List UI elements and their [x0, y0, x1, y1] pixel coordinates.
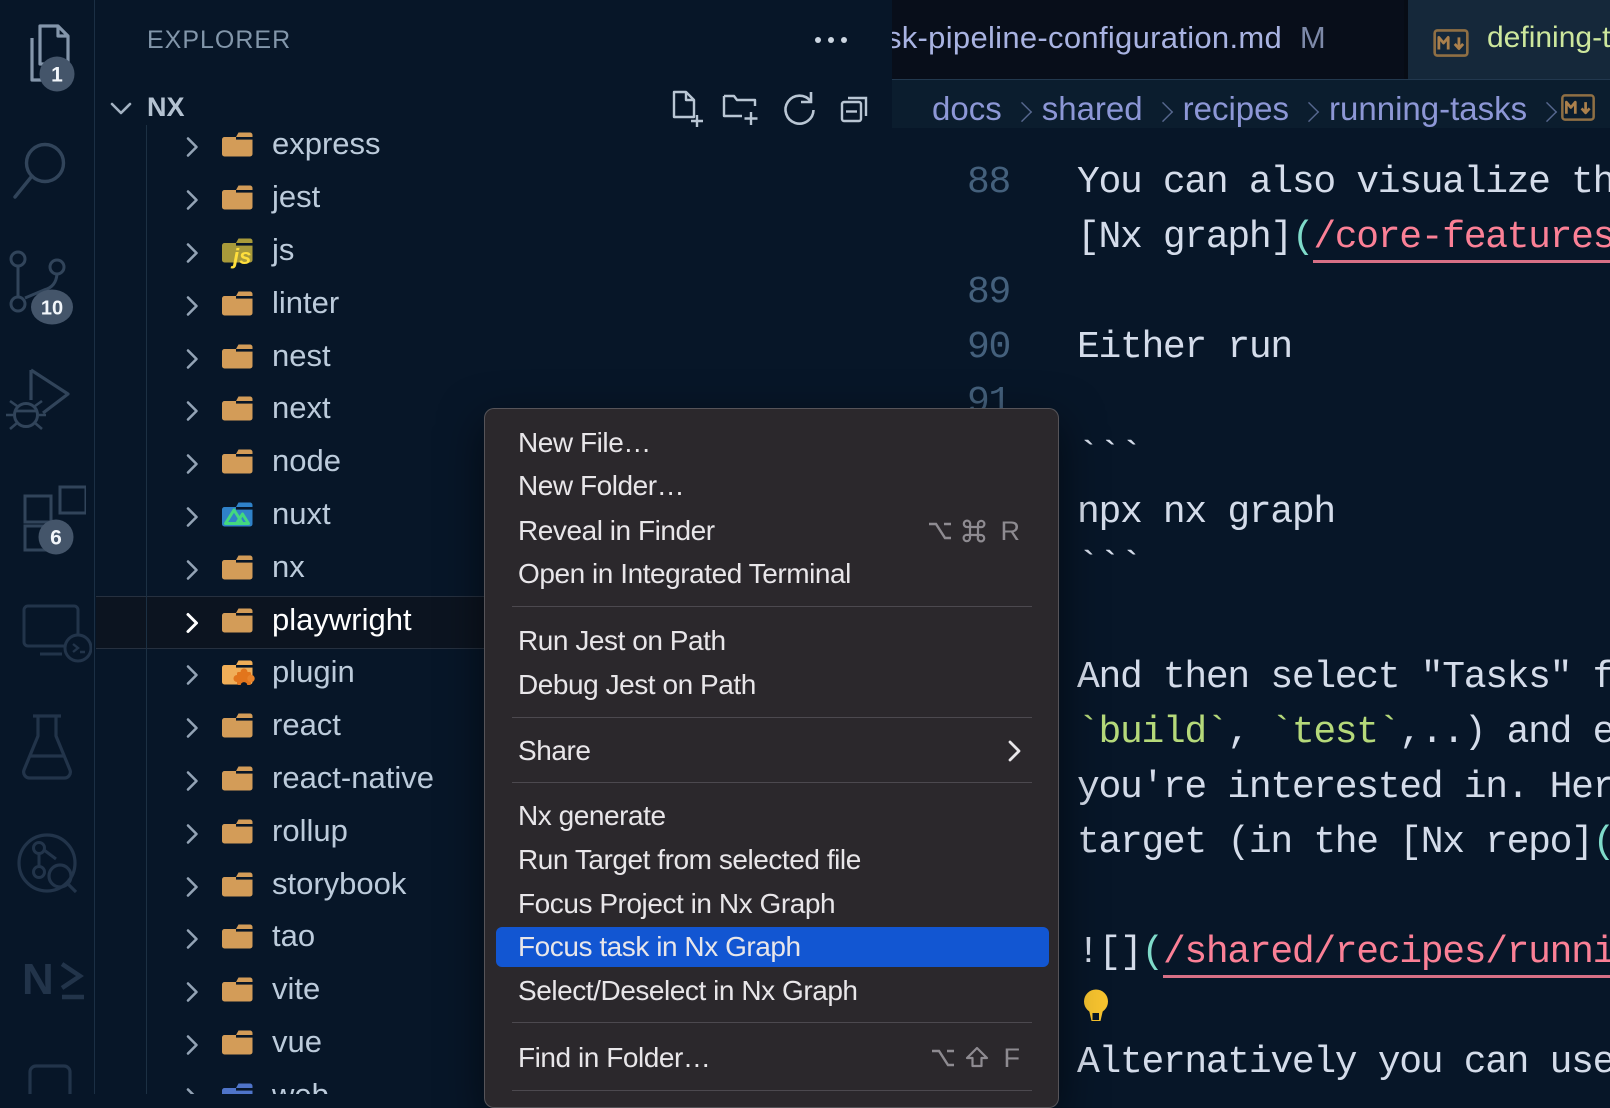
svg-text:js: js	[230, 244, 251, 269]
svg-text:6: 6	[50, 527, 62, 550]
svg-text:1: 1	[51, 64, 63, 87]
svg-text:10: 10	[41, 298, 63, 320]
